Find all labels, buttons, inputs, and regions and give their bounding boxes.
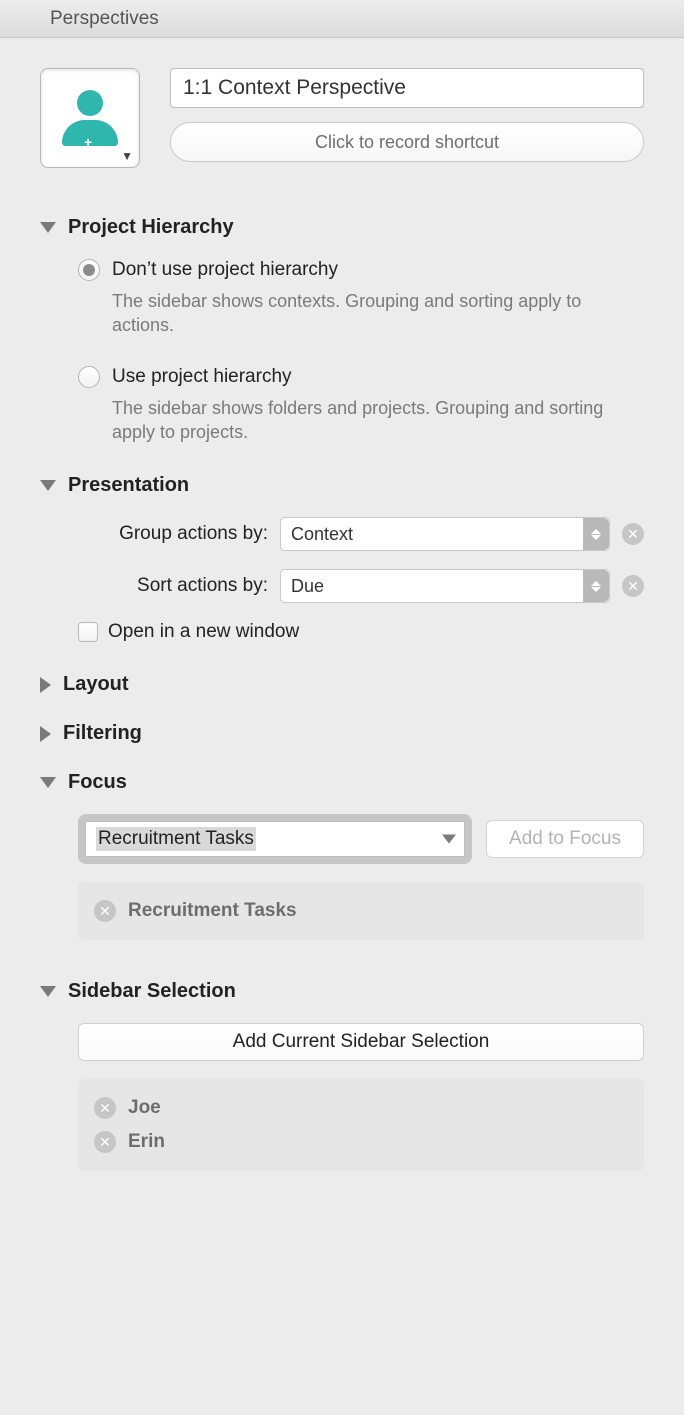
add-sidebar-selection-button[interactable]: Add Current Sidebar Selection (78, 1023, 644, 1061)
section-presentation-header[interactable]: Presentation (40, 474, 644, 497)
sort-by-select[interactable]: Due (280, 569, 610, 603)
list-item: ✕ Recruitment Tasks (94, 894, 628, 928)
disclosure-down-icon (40, 986, 56, 997)
person-plus-icon: + (62, 90, 118, 146)
radio-label: Use project hierarchy (112, 366, 292, 388)
section-project-hierarchy-header[interactable]: Project Hierarchy (40, 216, 644, 239)
sort-by-label: Sort actions by: (78, 575, 268, 597)
remove-focus-item-icon[interactable]: ✕ (94, 900, 116, 922)
disclosure-right-icon (40, 726, 51, 742)
window-title: Perspectives (50, 8, 159, 30)
chevron-down-icon (442, 835, 456, 844)
radio-description: The sidebar shows folders and projects. … (112, 396, 644, 445)
radio-use-hierarchy[interactable] (78, 366, 100, 388)
focus-items-list: ✕ Recruitment Tasks (78, 882, 644, 940)
radio-dont-use-hierarchy[interactable] (78, 259, 100, 281)
disclosure-down-icon (40, 222, 56, 233)
list-item: ✕ Joe (94, 1091, 628, 1125)
open-new-window-label: Open in a new window (108, 621, 299, 643)
list-item: ✕ Erin (94, 1125, 628, 1159)
perspective-icon-well[interactable]: + ▼ (40, 68, 140, 168)
record-shortcut-button[interactable]: Click to record shortcut (170, 122, 644, 162)
remove-sidebar-item-icon[interactable]: ✕ (94, 1131, 116, 1153)
focus-combobox[interactable]: Recruitment Tasks (85, 821, 465, 857)
disclosure-down-icon (40, 777, 56, 788)
remove-sidebar-item-icon[interactable]: ✕ (94, 1097, 116, 1119)
perspective-name-input[interactable] (170, 68, 644, 108)
disclosure-right-icon (40, 677, 51, 693)
section-focus-header[interactable]: Focus (40, 771, 644, 794)
window-titlebar: Perspectives (0, 0, 684, 38)
radio-label: Don’t use project hierarchy (112, 259, 338, 281)
chevron-down-icon: ▼ (121, 149, 133, 163)
clear-group-icon[interactable]: ✕ (622, 523, 644, 545)
section-filtering-header[interactable]: Filtering (40, 722, 644, 745)
sidebar-selection-list: ✕ Joe ✕ Erin (78, 1079, 644, 1171)
section-sidebar-selection-header[interactable]: Sidebar Selection (40, 980, 644, 1003)
open-new-window-checkbox[interactable] (78, 622, 98, 642)
section-layout-header[interactable]: Layout (40, 673, 644, 696)
group-by-select[interactable]: Context (280, 517, 610, 551)
add-to-focus-button[interactable]: Add to Focus (486, 820, 644, 858)
disclosure-down-icon (40, 480, 56, 491)
radio-description: The sidebar shows contexts. Grouping and… (112, 289, 644, 338)
group-by-label: Group actions by: (78, 523, 268, 545)
clear-sort-icon[interactable]: ✕ (622, 575, 644, 597)
